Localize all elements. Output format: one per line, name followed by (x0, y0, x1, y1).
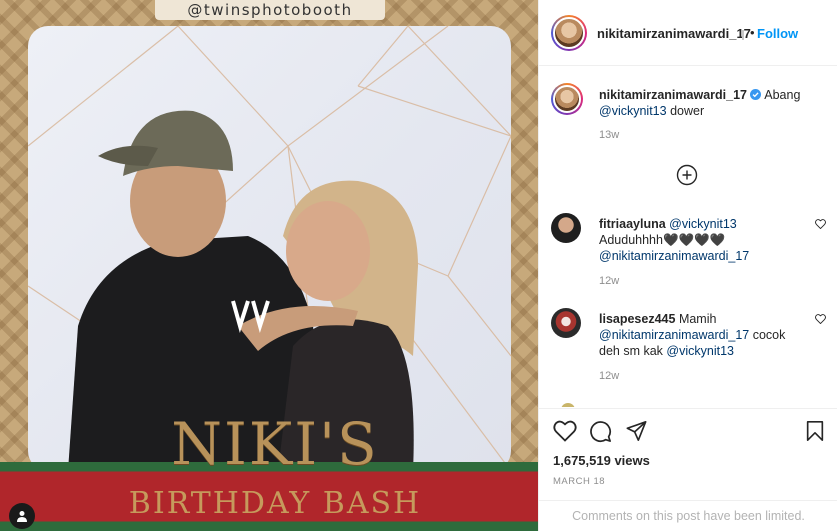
header-separator: • (750, 25, 755, 40)
photobooth-watermark: @twinsphotobooth (155, 0, 385, 20)
user-icon (17, 511, 27, 522)
comment-button[interactable] (589, 420, 612, 448)
comment-mention[interactable]: @nikitamirzanimawardi_17 (599, 328, 749, 342)
comment-like-button[interactable] (815, 216, 826, 234)
comment-mention[interactable]: @vickynit13 (599, 104, 667, 118)
verified-badge-icon (750, 89, 762, 100)
heart-icon (815, 219, 826, 230)
comment-mention[interactable]: @vickynit13 (666, 344, 734, 358)
follow-button[interactable]: Follow (757, 26, 798, 41)
comment-text: Aduduhhhh🖤🖤🖤🖤 (599, 233, 726, 247)
comments-limited-notice: Comments on this post have been limited. (539, 500, 837, 531)
author-username[interactable]: nikitamirzanimawardi_17 (597, 26, 751, 41)
share-icon (626, 421, 647, 441)
comment-text: Mamih (678, 312, 717, 326)
post-date[interactable]: MARCH 18 (553, 476, 605, 487)
comment-icon (590, 421, 612, 443)
photo-title-line2: BIRTHDAY BASH (128, 486, 422, 521)
commenter-avatar[interactable] (551, 83, 583, 115)
commenter-avatar[interactable] (561, 403, 575, 407)
load-more-comments-button[interactable] (676, 164, 698, 186)
save-button[interactable] (805, 420, 825, 447)
comment-mention[interactable]: @vickynit13 (669, 217, 737, 231)
photo-backdrop (28, 26, 511, 471)
comment-body: fitriaayluna @vickynit13 Aduduhhhh🖤🖤🖤🖤 @… (599, 216, 804, 264)
post-photo[interactable]: @twinsphotobooth NIKI'S BIRTHDAY BASH (0, 0, 538, 531)
comment-username[interactable]: fitriaayluna (599, 217, 666, 231)
commenter-avatar[interactable] (551, 308, 581, 338)
verified-icon (742, 27, 748, 45)
commenter-avatar[interactable] (551, 213, 581, 243)
comment-time[interactable]: 13w (599, 129, 619, 141)
comment-time[interactable]: 12w (599, 370, 619, 382)
bookmark-icon (806, 421, 824, 441)
comment-time[interactable]: 12w (599, 275, 619, 287)
comment-like-button[interactable] (815, 311, 826, 329)
comments-list[interactable]: nikitamirzanimawardi_17 Abang @vickynit1… (539, 67, 837, 407)
photo-title-line1: NIKI'S (171, 410, 379, 478)
comment-mention[interactable]: @nikitamirzanimawardi_17 (599, 249, 749, 263)
comment-text: Abang (764, 88, 801, 102)
comment-body: nikitamirzanimawardi_17 Abang @vickynit1… (599, 87, 804, 119)
like-button[interactable] (553, 420, 577, 447)
share-button[interactable] (625, 420, 648, 447)
author-avatar[interactable] (551, 15, 587, 51)
comment-text: dower (670, 104, 705, 118)
user-tags-button[interactable] (9, 503, 35, 529)
post-actions: 1,675,519 views MARCH 18 Comments on thi… (539, 408, 837, 531)
heart-icon (815, 314, 826, 325)
view-count[interactable]: 1,675,519 views (553, 453, 650, 468)
comment-username[interactable]: nikitamirzanimawardi_17 (599, 88, 747, 102)
heart-icon (553, 420, 577, 442)
comment-body: lisapesez445 Mamih @nikitamirzanimawardi… (599, 311, 804, 359)
people-silhouettes (68, 110, 418, 471)
post-header: nikitamirzanimawardi_17 • Follow (539, 0, 837, 66)
plus-circle-icon (676, 164, 698, 186)
post-side-panel: nikitamirzanimawardi_17 • Follow nikitam… (538, 0, 837, 531)
comment-username[interactable]: lisapesez445 (599, 312, 675, 326)
